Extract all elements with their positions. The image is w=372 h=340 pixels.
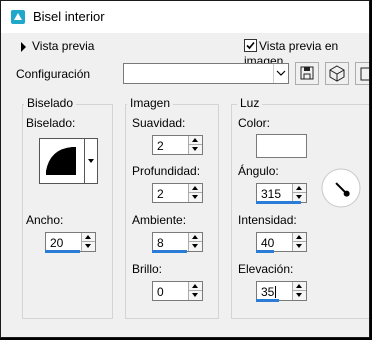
preview-toggle[interactable]: Vista previa [21,39,94,53]
depth-spinner[interactable]: 2 [152,183,203,203]
width-spinner[interactable]: 20 [45,232,96,252]
increment-icon[interactable] [189,282,202,291]
ambient-spinner[interactable]: 8 [152,232,203,252]
presets-button[interactable] [325,62,349,85]
intensity-value[interactable]: 40 [261,236,274,250]
intensity-stepper[interactable] [292,233,306,251]
checkmark-icon [246,42,255,50]
intensity-spinner[interactable]: 40 [256,232,307,252]
depth-stepper[interactable] [188,184,202,202]
bevel-dialog: Bisel interior Vista previa Vista previa… [0,0,370,338]
elevation-value[interactable]: 35 [261,285,276,299]
ambient-stepper[interactable] [188,233,202,251]
smoothness-value[interactable]: 2 [157,139,164,153]
color-label: Color: [238,116,271,130]
decrement-icon[interactable] [189,193,202,202]
decrement-icon[interactable] [189,145,202,154]
window-title: Bisel interior [33,9,105,24]
bevel-group [22,104,113,319]
elevation-stepper[interactable] [292,282,306,300]
shine-label: Brillo: [132,262,163,276]
increment-icon[interactable] [189,136,202,145]
shine-stepper[interactable] [188,282,202,300]
app-icon [11,10,25,24]
smoothness-stepper[interactable] [188,136,202,154]
bevel-shape-label: Biselado: [26,116,76,130]
shine-spinner[interactable]: 0 [152,281,203,301]
depth-label: Profundidad: [132,164,201,178]
shine-value[interactable]: 0 [157,285,164,299]
title-bar: Bisel interior [1,1,369,33]
bevel-shape-icon [46,147,76,175]
preview-toggle-label: Vista previa [32,39,95,53]
elevation-spinner[interactable]: 35 [256,281,307,301]
increment-icon[interactable] [189,184,202,193]
bevel-group-title: Biselado [24,96,77,110]
angle-stepper[interactable] [292,184,306,202]
angle-slider-fill[interactable] [256,201,301,204]
increment-icon[interactable] [293,184,306,193]
ambient-slider-fill[interactable] [152,250,187,253]
delete-icon [360,67,369,81]
angle-value[interactable]: 315 [261,187,281,201]
smoothness-spinner[interactable]: 2 [152,135,203,155]
delete-config-button[interactable] [355,62,369,85]
ambient-label: Ambiente: [132,213,187,227]
decrement-icon[interactable] [189,291,202,300]
depth-value[interactable]: 2 [157,187,164,201]
width-label: Ancho: [26,213,64,227]
ambient-value[interactable]: 8 [157,236,164,250]
intensity-label: Intensidad: [238,213,297,227]
decrement-icon[interactable] [293,242,306,251]
bevel-shape-picker[interactable] [39,138,85,184]
increment-icon[interactable] [189,233,202,242]
angle-label: Ángulo: [238,164,279,178]
elevation-label: Elevación: [238,262,294,276]
light-group-title: Luz [237,96,263,110]
increment-icon[interactable] [82,233,95,242]
decrement-icon[interactable] [189,242,202,251]
save-config-button[interactable] [295,62,319,85]
decrement-icon[interactable] [82,242,95,251]
light-color-swatch[interactable] [256,134,307,158]
increment-icon[interactable] [293,282,306,291]
intensity-slider-fill[interactable] [256,250,274,253]
chevron-down-icon[interactable] [273,64,288,83]
smoothness-label: Suavidad: [132,116,186,130]
width-stepper[interactable] [81,233,95,251]
save-icon [300,66,314,80]
config-dropdown[interactable] [123,63,289,84]
bevel-shape-dropdown[interactable] [85,138,98,184]
image-group-title: Imagen [127,96,174,110]
checkbox-box[interactable] [244,39,257,53]
width-slider-fill[interactable] [45,250,80,253]
angle-dial[interactable] [321,168,361,208]
cube-icon [329,65,345,82]
angle-dial-icon [321,168,361,208]
decrement-icon[interactable] [293,291,306,300]
width-value[interactable]: 20 [50,236,63,250]
config-label: Configuración [16,67,91,81]
expand-triangle-icon [21,41,26,52]
increment-icon[interactable] [293,233,306,242]
angle-spinner[interactable]: 315 [256,183,307,203]
dropdown-arrow-icon [88,159,94,163]
elevation-slider-fill[interactable] [256,299,279,302]
